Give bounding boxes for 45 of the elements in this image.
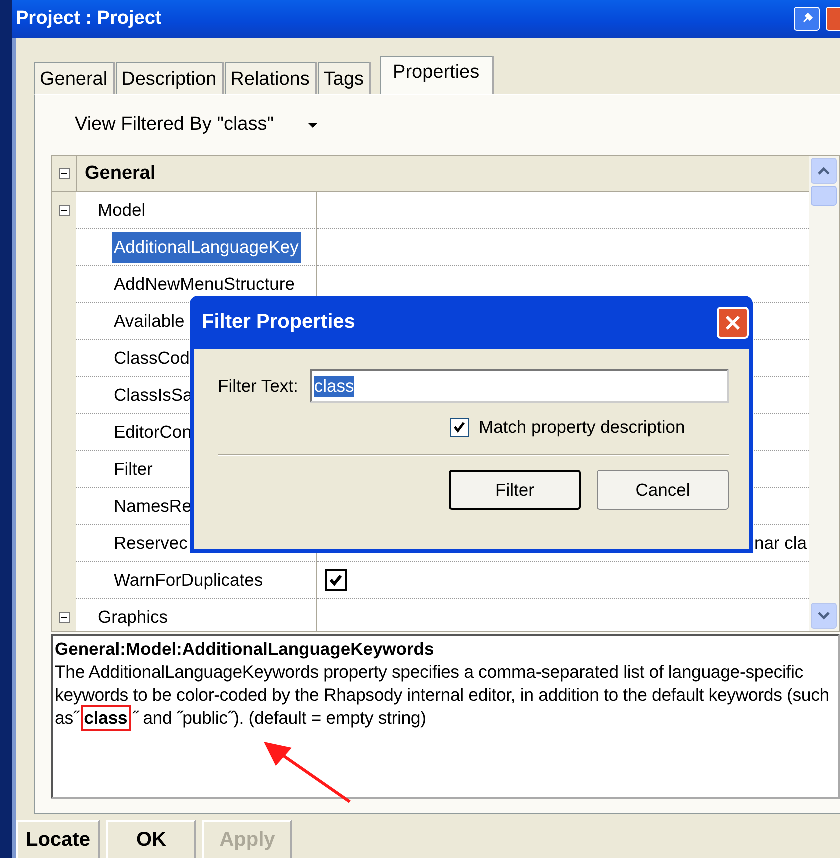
description-text: The AdditionalLanguageKeywords property specifies a comma-separated list of language-specific keywords to be color-coded by the Rhapsody internal editor, in addition to the default keywords (such as˝class˝ and ˝public˝). (default = empty string) — [55, 661, 836, 730]
dialog-button[interactable]: Cancel — [597, 470, 729, 510]
filter-text-label: Filter Text: — [218, 376, 298, 396]
property-value: nar cla — [754, 532, 807, 554]
collapse-icon[interactable] — [58, 612, 70, 623]
property-name[interactable]: EditorCon — [112, 416, 194, 448]
check-icon — [328, 573, 344, 587]
view-filter-dropdown[interactable]: View Filtered By "class" — [71, 112, 322, 138]
description-heading: General:Model:AdditionalLanguageKeywords — [55, 638, 436, 661]
property-name[interactable]: Graphics — [96, 602, 170, 631]
tab[interactable]: Relations — [224, 62, 317, 94]
collapse-icon[interactable] — [58, 168, 70, 179]
scroll-thumb[interactable] — [811, 186, 837, 206]
window-title: Project : Project — [16, 8, 163, 30]
collapse-icon[interactable] — [58, 205, 70, 216]
tab[interactable]: Description — [116, 62, 224, 94]
property-name[interactable]: Model — [96, 194, 148, 226]
property-name[interactable]: Filter — [112, 454, 155, 484]
dialog-title: Filter Properties — [202, 311, 356, 334]
scroll-up-button[interactable] — [811, 158, 837, 184]
property-name[interactable]: AddNewMenuStructure — [112, 268, 297, 300]
property-name[interactable]: Reservec — [112, 528, 190, 558]
property-checkbox[interactable] — [325, 569, 347, 591]
scroll-down-button[interactable] — [811, 603, 837, 629]
close-button[interactable] — [717, 306, 749, 338]
dialog-button[interactable]: Locate — [16, 820, 100, 858]
property-name[interactable]: NamesRe — [112, 490, 194, 522]
tab[interactable]: Tags — [318, 62, 372, 94]
close-button[interactable] — [826, 7, 840, 31]
tab[interactable]: General — [34, 62, 115, 94]
dialog-button[interactable]: OK — [106, 820, 196, 858]
check-icon — [453, 421, 466, 434]
property-name[interactable]: ClassCod — [112, 342, 192, 374]
caret-icon — [308, 123, 318, 129]
match-checkbox-label[interactable]: Match property description — [479, 417, 686, 438]
property-name[interactable]: AdditionalLanguageKey — [112, 232, 301, 262]
close-icon — [724, 314, 742, 332]
match-checkbox[interactable] — [450, 418, 469, 437]
tab[interactable]: Properties — [380, 56, 494, 94]
pin-button[interactable] — [794, 7, 820, 31]
dialog-button[interactable]: Filter — [449, 470, 581, 510]
property-name[interactable]: Available — [112, 306, 187, 336]
property-name[interactable]: WarnForDuplicates — [112, 564, 266, 596]
filter-text-field[interactable]: class — [310, 369, 729, 403]
scrollbar[interactable] — [809, 156, 839, 631]
